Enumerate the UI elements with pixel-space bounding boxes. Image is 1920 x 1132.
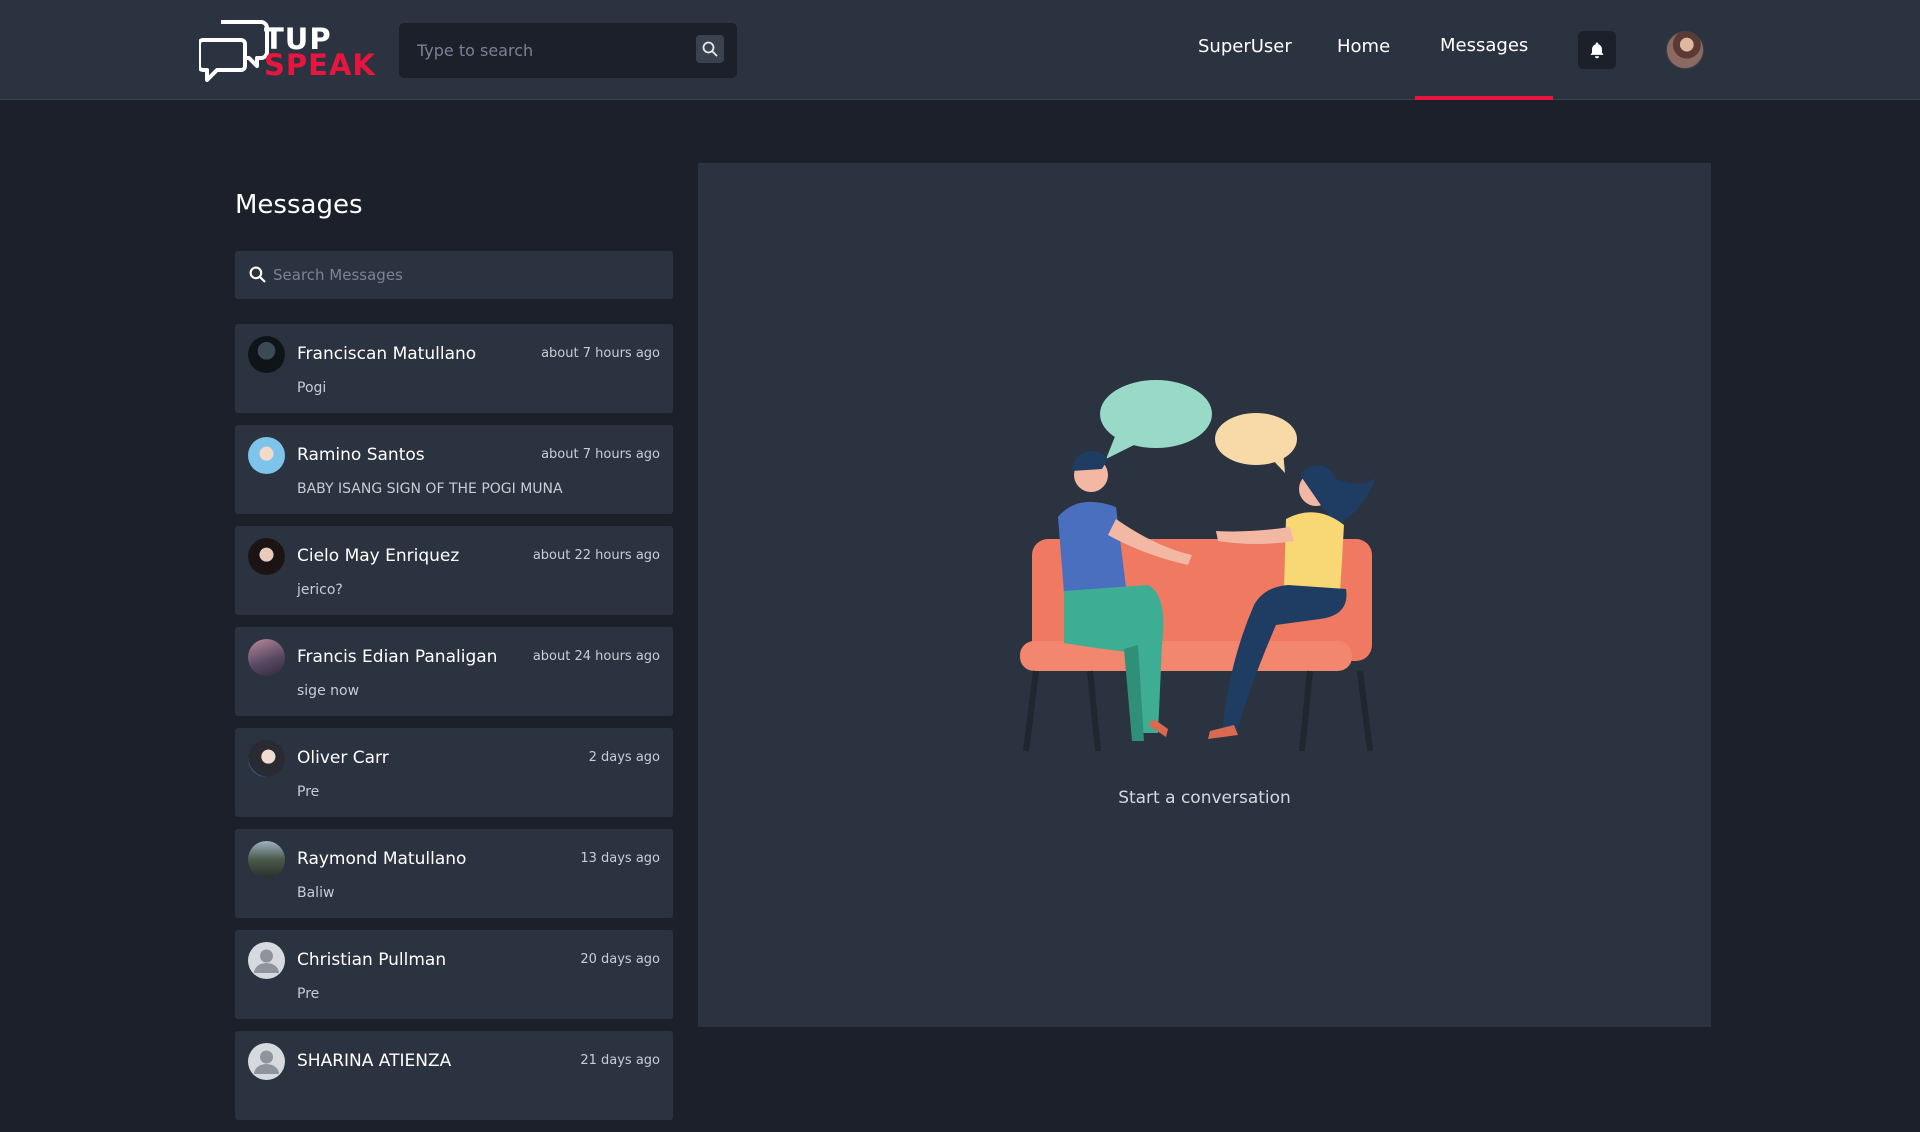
avatar-placeholder: [248, 942, 285, 979]
conversation-preview: Pre: [297, 784, 320, 800]
logo[interactable]: TUP SPEAK: [199, 20, 375, 84]
avatar-placeholder: [248, 1043, 285, 1080]
conversation-preview: Pogi: [297, 380, 327, 396]
global-search-input[interactable]: [399, 23, 689, 78]
conversation-item[interactable]: Cielo May Enriquez about 22 hours ago je…: [235, 526, 673, 615]
conversation-item[interactable]: Raymond Matullano 13 days ago Baliw: [235, 829, 673, 918]
logo-text: TUP SPEAK: [264, 25, 376, 82]
conversation-name: SHARINA ATIENZA: [297, 1051, 452, 1071]
global-search: [399, 23, 737, 78]
avatar: [248, 841, 285, 878]
conversation-preview: Baliw: [297, 885, 335, 901]
conversation-name: Cielo May Enriquez: [297, 546, 460, 566]
conversation-panel: Start a conversation: [698, 163, 1711, 1027]
messages-search-input[interactable]: [273, 251, 663, 299]
user-placeholder-icon: [254, 949, 279, 973]
logo-line-2: SPEAK: [264, 48, 376, 82]
nav-messages[interactable]: Messages: [1440, 35, 1528, 56]
conversation-illustration: [1020, 380, 1376, 752]
messages-search: [235, 251, 673, 299]
avatar: [248, 740, 285, 777]
conversation-time: about 24 hours ago: [532, 649, 660, 664]
top-navbar: TUP SPEAK SuperUser Home Messages: [0, 0, 1920, 100]
avatar: [248, 639, 285, 676]
conversation-time: about 7 hours ago: [541, 346, 660, 361]
conversation-item[interactable]: Oliver Carr 2 days ago Pre: [235, 728, 673, 817]
avatar: [248, 538, 285, 575]
conversation-preview: sige now: [297, 683, 360, 699]
conversation-item[interactable]: Francis Edian Panaligan about 24 hours a…: [235, 627, 673, 716]
conversation-name: Oliver Carr: [297, 748, 389, 768]
conversation-item[interactable]: Christian Pullman 20 days ago Pre: [235, 930, 673, 1019]
conversation-name: Francis Edian Panaligan: [297, 647, 498, 667]
conversation-time: 21 days ago: [580, 1053, 660, 1068]
conversation-name: Ramino Santos: [297, 445, 425, 465]
avatar: [248, 437, 285, 474]
conversation-preview: Pre: [297, 986, 320, 1002]
nav-home[interactable]: Home: [1337, 36, 1390, 57]
user-placeholder-icon: [254, 1050, 279, 1074]
conversation-item[interactable]: SHARINA ATIENZA 21 days ago: [235, 1031, 673, 1120]
search-icon: [249, 266, 266, 283]
active-nav-indicator: [1415, 96, 1553, 100]
chat-bubbles-logo-icon: [199, 20, 269, 82]
search-icon: [702, 41, 718, 57]
conversation-time: 2 days ago: [588, 750, 660, 765]
conversation-preview: jerico?: [297, 582, 343, 598]
avatar: [248, 336, 285, 373]
conversation-time: 13 days ago: [580, 851, 660, 866]
conversation-item[interactable]: Franciscan Matullano about 7 hours ago P…: [235, 324, 673, 413]
empty-state-text: Start a conversation: [1118, 788, 1291, 808]
bell-icon: [1590, 42, 1604, 59]
conversation-name: Christian Pullman: [297, 950, 447, 970]
nav-superuser[interactable]: SuperUser: [1198, 36, 1292, 57]
conversation-time: about 7 hours ago: [541, 447, 660, 462]
notifications-button[interactable]: [1578, 31, 1616, 69]
conversation-item[interactable]: Ramino Santos about 7 hours ago BABY ISA…: [235, 425, 673, 514]
conversation-name: Franciscan Matullano: [297, 344, 477, 364]
user-avatar[interactable]: [1666, 31, 1704, 69]
conversation-preview: BABY ISANG SIGN OF THE POGI MUNA: [297, 481, 563, 497]
page-title: Messages: [235, 190, 363, 220]
global-search-button[interactable]: [696, 35, 724, 63]
conversation-list: Franciscan Matullano about 7 hours ago P…: [235, 324, 673, 1132]
conversation-time: about 22 hours ago: [532, 548, 660, 563]
conversation-time: 20 days ago: [580, 952, 660, 967]
conversation-name: Raymond Matullano: [297, 849, 467, 869]
